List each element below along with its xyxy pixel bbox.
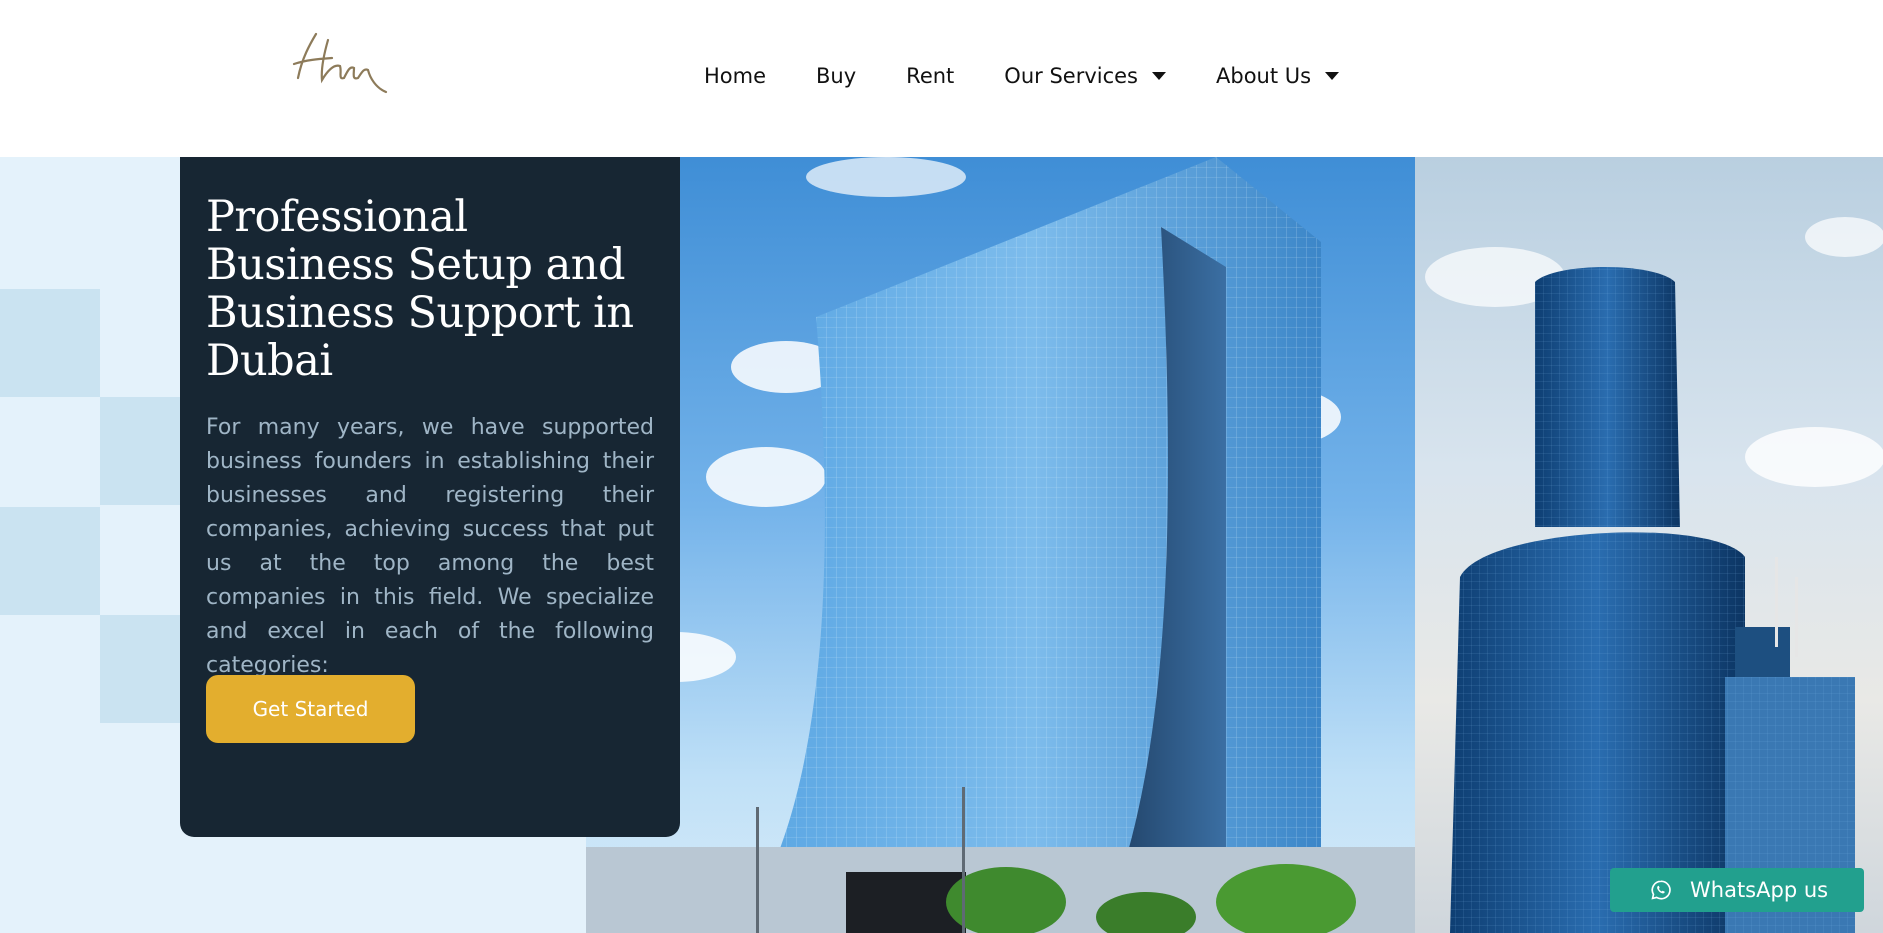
decorative-square <box>0 507 100 615</box>
nav-item-label: Buy <box>816 64 857 88</box>
building-photo <box>1415 157 1883 933</box>
nav-item-buy[interactable]: Buy <box>816 64 856 88</box>
decorative-square <box>0 289 100 397</box>
whatsapp-label: WhatsApp us <box>1690 878 1829 902</box>
nav-item-about-us[interactable]: About Us <box>1216 64 1340 88</box>
building-photo <box>586 157 1416 933</box>
decorative-square <box>100 615 180 723</box>
nav-item-home[interactable]: Home <box>704 64 766 88</box>
hero-card: Professional Business Setup and Business… <box>180 157 680 837</box>
nav-item-label: Rent <box>906 64 955 88</box>
whatsapp-button[interactable]: WhatsApp us <box>1610 868 1864 912</box>
logo[interactable] <box>288 26 388 98</box>
caret-down-icon <box>1152 72 1166 80</box>
hero-description: For many years, we have supported busine… <box>206 415 654 678</box>
whatsapp-icon <box>1651 880 1671 900</box>
nav-item-label: Our Services <box>1004 64 1138 88</box>
nav-item-rent[interactable]: Rent <box>906 64 954 88</box>
nav-item-our-services[interactable]: Our Services <box>1004 64 1166 88</box>
caret-down-icon <box>1325 72 1340 80</box>
decorative-square <box>100 397 180 505</box>
site-header: Home Buy Rent Our Services About Us <box>0 0 1883 157</box>
hero-section: Professional Business Setup and Business… <box>0 157 1883 933</box>
main-nav: Home Buy Rent Our Services About Us <box>704 56 1389 96</box>
nav-item-label: About Us <box>1216 64 1312 88</box>
get-started-button[interactable]: Get Started <box>206 675 415 743</box>
hero-title: Professional Business Setup and Business… <box>206 192 634 386</box>
nav-item-label: Home <box>704 64 767 88</box>
